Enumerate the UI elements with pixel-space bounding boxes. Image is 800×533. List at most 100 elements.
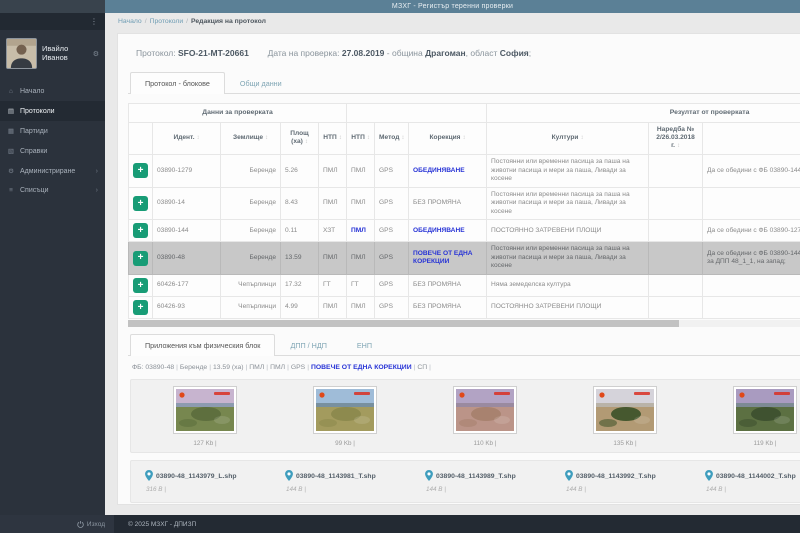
cell-correction: БЕЗ ПРОМЯНА xyxy=(409,275,487,297)
block-info-segment: Беренде xyxy=(180,364,207,371)
tab-Приложения към физическия блок[interactable]: Приложения към физическия блок xyxy=(130,334,275,356)
top-bar: МЗХГ - Регистър теренни проверки xyxy=(0,0,800,13)
ntp-value-link[interactable]: ПМЛ xyxy=(351,227,366,234)
cell-land: Беренде xyxy=(221,220,281,242)
correction-link[interactable]: ПОВЕЧЕ ОТ ЕДНА КОРЕКЦИИ xyxy=(413,250,473,266)
block-info-segment: GPS xyxy=(291,364,305,371)
photo-tile: 135 Kb | xyxy=(555,387,695,447)
cell-method: GPS xyxy=(375,275,409,297)
column-header-НТП[interactable]: НТП↕ xyxy=(319,123,347,155)
cell-ident: 60426-177 xyxy=(153,275,221,297)
file-name-row: 03890-48_1143992_T.shp xyxy=(565,470,695,483)
cell-correction: ОБЕДИНЯВАНЕ xyxy=(409,154,487,187)
sidebar-item-Протоколи[interactable]: ▤Протоколи xyxy=(0,101,105,121)
field-photo-2[interactable] xyxy=(314,387,376,433)
column-header-Наредба № 2/26.03.2018 г.[interactable]: Наредба № 2/26.03.2018 г.↕ xyxy=(649,123,703,155)
sort-icon[interactable]: ↕ xyxy=(463,135,466,141)
tab-ДПП / НДП[interactable]: ДПП / НДП xyxy=(275,334,341,356)
column-header-Площ (ха)[interactable]: Площ (ха)↕ xyxy=(281,123,319,155)
field-photo-1[interactable] xyxy=(174,387,236,433)
scrollbar-thumb[interactable] xyxy=(128,320,679,327)
sort-icon[interactable]: ↕ xyxy=(305,139,308,145)
sidebar-item-Справки[interactable]: ▧Справки xyxy=(0,141,105,161)
column-header-Корекция[interactable]: Корекция↕ xyxy=(409,123,487,155)
tab-ЕНП[interactable]: ЕНП xyxy=(342,334,387,356)
reports-icon: ▧ xyxy=(7,147,15,155)
sort-icon[interactable]: ↕ xyxy=(339,135,342,141)
field-photo-4[interactable] xyxy=(594,387,656,433)
column-header-Култури[interactable]: Култури↕ xyxy=(487,123,649,155)
photo-size-label: 99 Kb | xyxy=(275,440,415,447)
sort-icon[interactable]: ↕ xyxy=(580,135,583,141)
cell-ntp1: ПМЛ xyxy=(319,154,347,187)
cell-ntp1: ПМЛ xyxy=(319,242,347,275)
expand-row-button[interactable]: + xyxy=(133,278,148,293)
shapefile-item[interactable]: 03890-48_1143981_T.shp144 B | xyxy=(275,470,415,493)
sidebar-item-Партиди[interactable]: ▦Партиди xyxy=(0,121,105,141)
kebab-menu-icon[interactable]: ⋮ xyxy=(90,17,98,26)
sidebar: ⋮ Ивайло Иванов ⚙ ⌂Начало▤Протоколи▦Парт… xyxy=(0,13,105,515)
cell-expand: + xyxy=(129,275,153,297)
logout-button[interactable]: Изход xyxy=(0,515,114,533)
block-info-segment[interactable]: ПОВЕЧЕ ОТ ЕДНА КОРЕКЦИИ xyxy=(311,364,412,371)
shapefile-item[interactable]: 03890-48_1143992_T.shp144 B | xyxy=(555,470,695,493)
photo-size-label: 110 Kb | xyxy=(415,440,555,447)
sidebar-menu: ⌂Начало▤Протоколи▦Партиди▧Справки⚙Админи… xyxy=(0,78,105,515)
sort-icon[interactable]: ↕ xyxy=(197,135,200,141)
shapefile-item[interactable]: 03890-48_1143989_T.shp144 B | xyxy=(415,470,555,493)
sidebar-item-Списъци[interactable]: ≡Списъци› xyxy=(0,181,105,200)
cell-correction: БЕЗ ПРОМЯНА xyxy=(409,187,487,220)
shapefile-item[interactable]: 03890-48_1143979_L.shp316 B | xyxy=(135,470,275,493)
expand-row-button[interactable]: + xyxy=(133,163,148,178)
cell-correction: БЕЗ ПРОМЯНА xyxy=(409,297,487,319)
correction-link[interactable]: ОБЕДИНЯВАНЕ xyxy=(413,167,465,174)
protocol-blocks-table: Данни за проверкатаРезултат от проверкат… xyxy=(128,103,800,319)
correction-link[interactable]: ОБЕДИНЯВАНЕ xyxy=(413,227,465,234)
gear-icon[interactable]: ⚙ xyxy=(93,50,99,58)
expand-row-button[interactable]: + xyxy=(133,196,148,211)
field-photo-3[interactable] xyxy=(454,387,516,433)
tab-Общи данни[interactable]: Общи данни xyxy=(225,72,297,94)
cell-land: Чепърлинци xyxy=(221,297,281,319)
column-header-Метод[interactable]: Метод↕ xyxy=(375,123,409,155)
column-header-Забележки[interactable]: Забележки xyxy=(703,123,800,155)
expand-row-button[interactable]: + xyxy=(133,300,148,315)
sort-icon[interactable]: ↕ xyxy=(367,135,370,141)
map-pin-icon xyxy=(285,470,293,483)
blocks-table-wrap: Данни за проверкатаРезултат от проверкат… xyxy=(128,103,800,327)
municipality: Драгоман xyxy=(425,48,466,58)
block-detail-tabs: Приложения към физическия блокДПП / НДПЕ… xyxy=(128,334,800,356)
attachments: 127 Kb | 99 Kb | 110 Kb | 135 Kb | xyxy=(128,377,800,505)
cell-ident: 03890-14 xyxy=(153,187,221,220)
horizontal-scrollbar[interactable] xyxy=(128,320,800,327)
file-size-label: 316 B | xyxy=(145,486,275,493)
expand-row-button[interactable]: + xyxy=(133,251,148,266)
sort-icon[interactable]: ↕ xyxy=(265,135,268,141)
sort-icon[interactable]: ↕ xyxy=(401,135,404,141)
cell-cultures: Постоянни или временни пасища за паша на… xyxy=(487,187,649,220)
sidebar-item-Администриране[interactable]: ⚙Администриране› xyxy=(0,161,105,181)
expand-row-button[interactable]: + xyxy=(133,223,148,238)
tab-Протокол - блокове[interactable]: Протокол - блокове xyxy=(130,72,225,94)
sidebar-item-Начало[interactable]: ⌂Начало xyxy=(0,82,105,101)
field-photo-5[interactable] xyxy=(734,387,796,433)
cell-naredba xyxy=(649,154,703,187)
cell-notes: Да се обедини с ФБ 03890-1279 и ФБ 03890… xyxy=(703,220,800,242)
shapefile-item[interactable]: 03890-48_1144002_T.shp144 B | xyxy=(695,470,800,493)
cell-correction: ПОВЕЧЕ ОТ ЕДНА КОРЕКЦИИ xyxy=(409,242,487,275)
home-icon: ⌂ xyxy=(7,88,15,95)
column-header-Землище[interactable]: Землище↕ xyxy=(221,123,281,155)
file-size-label: 144 B | xyxy=(285,486,415,493)
region-label: , област xyxy=(466,48,498,58)
sort-icon[interactable]: ↕ xyxy=(677,143,680,149)
breadcrumb-link[interactable]: Начало xyxy=(118,18,142,25)
photo-tile: 99 Kb | xyxy=(275,387,415,447)
column-header-НТП[interactable]: НТП↕ xyxy=(347,123,375,155)
block-info-segment: 13.59 (ха) xyxy=(213,364,244,371)
cell-area: 8.43 xyxy=(281,187,319,220)
ntp-value: ПМЛ xyxy=(351,199,366,206)
check-date: 27.08.2019 xyxy=(342,48,385,58)
breadcrumb-link[interactable]: Протоколи xyxy=(150,18,184,25)
column-header-Идент.[interactable]: Идент.↕ xyxy=(153,123,221,155)
column-header-label: Наредба № 2/26.03.2018 г. xyxy=(656,126,695,149)
